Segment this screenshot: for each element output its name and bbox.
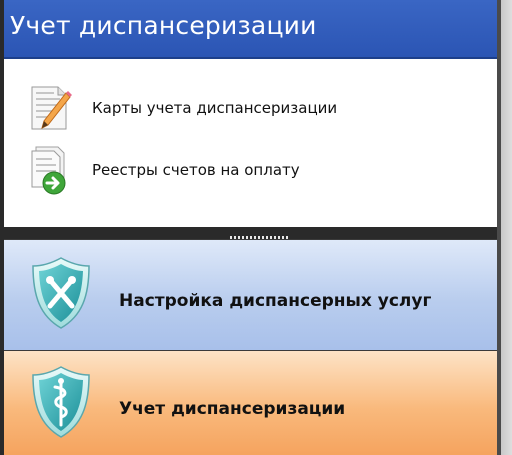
navigation-panel: Учет диспансеризации Карты учета диспанс <box>0 0 497 455</box>
menu-list: Карты учета диспансеризации Реестры счет… <box>4 59 497 227</box>
panel-header: Учет диспансеризации <box>4 0 497 59</box>
nav-button-service-settings[interactable]: Настройка диспансерных услуг <box>4 239 497 350</box>
menu-item-payment-registers[interactable]: Реестры счетов на оплату <box>26 145 466 197</box>
menu-item-label: Карты учета диспансеризации <box>92 99 338 117</box>
panel-title: Учет диспансеризации <box>10 11 317 40</box>
document-pencil-icon <box>26 83 86 135</box>
window-border <box>497 0 512 455</box>
nav-button-dispensary-accounting[interactable]: Учет диспансеризации <box>4 350 497 455</box>
menu-item-dispensary-cards[interactable]: Карты учета диспансеризации <box>26 83 466 135</box>
nav-button-label: Настройка диспансерных услуг <box>119 291 432 311</box>
shield-tools-icon <box>30 256 92 330</box>
document-arrow-icon <box>26 145 86 197</box>
shield-medical-icon <box>30 365 92 439</box>
nav-button-label: Учет диспансеризации <box>119 399 346 419</box>
menu-item-label: Реестры счетов на оплату <box>92 161 300 179</box>
panel-splitter[interactable] <box>4 227 497 239</box>
